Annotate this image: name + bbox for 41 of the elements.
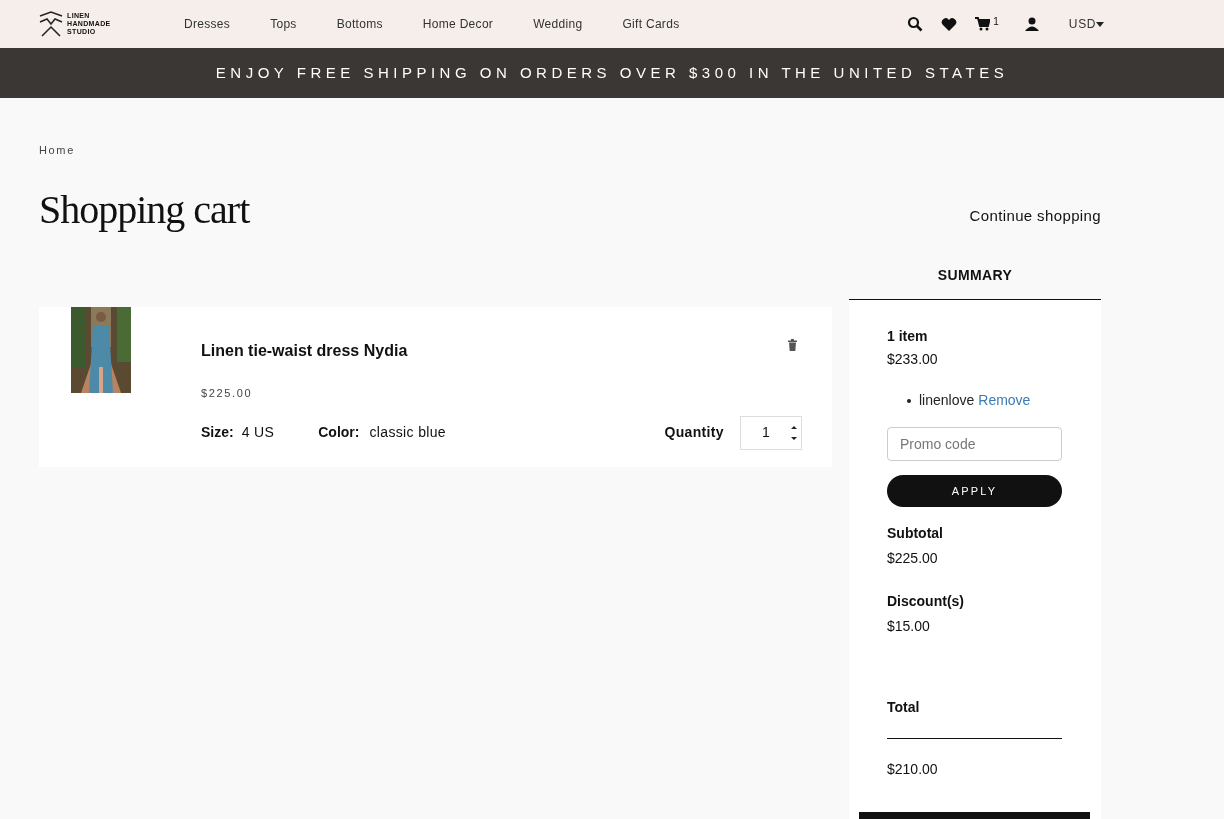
subtotal-value: $225.00 bbox=[887, 549, 939, 568]
continue-shopping-link[interactable]: Continue shopping bbox=[969, 204, 1101, 227]
subtotal-label: Subtotal bbox=[887, 524, 944, 543]
nav-link[interactable]: Home Decor bbox=[402, 15, 514, 33]
discount-value: $15.00 bbox=[887, 617, 931, 636]
nav-link[interactable]: Bottoms bbox=[316, 15, 403, 33]
coupon-code: linenlove bbox=[919, 391, 975, 410]
quantity-label: Quantity bbox=[664, 423, 724, 442]
total-value: $210.00 bbox=[887, 760, 939, 779]
product-price: $225.00 bbox=[201, 386, 254, 401]
breadcrumb-link[interactable]: Home bbox=[39, 144, 75, 156]
items-total: $233.00 bbox=[887, 350, 939, 369]
user-icon[interactable] bbox=[1024, 17, 1039, 31]
bullet-icon bbox=[907, 398, 911, 403]
nav-link[interactable]: Wedding bbox=[513, 15, 603, 33]
trash-icon[interactable] bbox=[788, 339, 797, 351]
remove-coupon-link[interactable]: Remove bbox=[978, 390, 1031, 411]
nav-link[interactable]: Tops bbox=[250, 15, 317, 33]
nav-link[interactable]: Dresses bbox=[184, 15, 251, 33]
cart-count: 1 bbox=[993, 17, 999, 27]
discount-label: Discount(s) bbox=[887, 592, 965, 611]
nav-link[interactable]: Gift Cards bbox=[602, 15, 700, 33]
currency-selector[interactable]: USD bbox=[1068, 15, 1104, 33]
page-title: Shopping cart bbox=[39, 186, 250, 234]
stepper-icon[interactable] bbox=[791, 424, 797, 441]
heart-icon[interactable] bbox=[941, 16, 958, 32]
search-icon[interactable] bbox=[907, 16, 924, 32]
items-count: 1 item bbox=[887, 327, 929, 346]
logo-icon bbox=[39, 11, 63, 37]
size-value: 4 US bbox=[241, 423, 275, 442]
quantity-field[interactable]: 1 bbox=[740, 415, 802, 450]
caret-icon bbox=[1096, 21, 1104, 27]
size-label: Size: bbox=[201, 423, 234, 442]
apply-button[interactable]: APPLY bbox=[887, 475, 1062, 507]
total-label: Total bbox=[887, 697, 1062, 739]
cart-icon[interactable] bbox=[975, 17, 991, 31]
color-value: classic blue bbox=[369, 423, 446, 442]
color-label: Color: bbox=[318, 423, 360, 442]
shipping-announcement-text: ENJOY FREE SHIPPING ON ORDERS OVER $300 IN THE UNITED STATES bbox=[215, 62, 1009, 83]
product-name[interactable]: Linen tie-waist dress Nydia bbox=[201, 339, 832, 363]
promo-code-field[interactable]: Promo code bbox=[887, 427, 1062, 461]
